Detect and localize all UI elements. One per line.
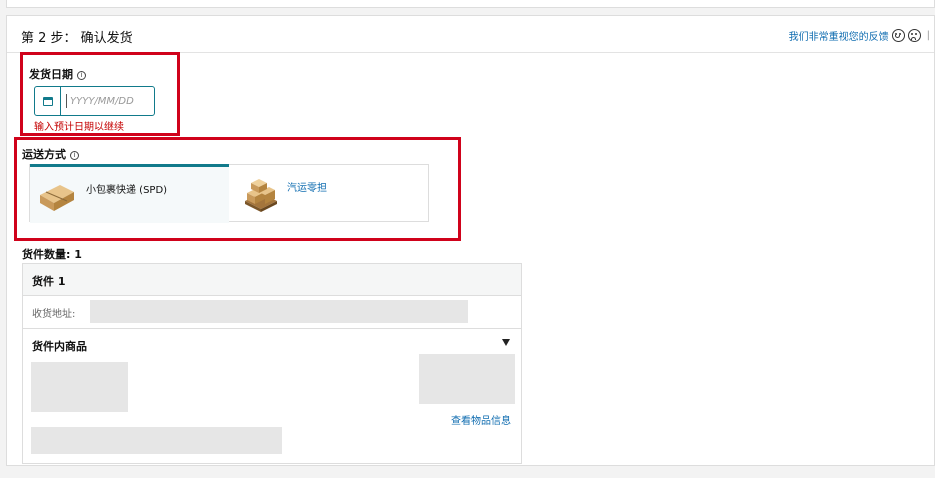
ltl-option-label: 汽运零担 — [287, 183, 327, 194]
ship-date-label: 发货日期 i — [29, 66, 86, 82]
ship-date-error: 输入预计日期以继续 — [34, 122, 124, 133]
item-image-placeholder — [31, 362, 128, 412]
step-title: 第 2 步： 确认发货 — [21, 31, 133, 46]
spd-option-label: 小包裹快递 (SPD) — [86, 185, 168, 196]
item-detail-placeholder — [31, 427, 282, 454]
shipping-option-ltl[interactable]: 汽运零担 — [229, 165, 428, 221]
ship-date-input[interactable]: YYYY/MM/DD — [34, 86, 155, 116]
feedback-separator: | — [926, 30, 930, 41]
shipping-method-options: 小包裹快递 (SPD) 汽运零担 — [29, 164, 429, 223]
feedback-text[interactable]: 我们非常重视您的反馈 — [789, 28, 889, 43]
pallet-boxes-icon — [245, 179, 277, 212]
parcel-box-icon — [40, 185, 74, 211]
shipping-method-label: 运送方式 i — [22, 146, 79, 162]
happy-face-icon[interactable] — [891, 29, 905, 42]
info-icon[interactable]: i — [70, 150, 79, 160]
view-item-info-link[interactable]: 查看物品信息 — [451, 412, 511, 427]
calendar-button[interactable] — [35, 87, 61, 115]
item-summary-placeholder — [419, 354, 515, 404]
caret-down-icon[interactable] — [502, 339, 510, 346]
items-section-header[interactable]: 货件内商品 — [23, 329, 521, 353]
shipment-card: 货件 1 收货地址: 货件内商品 查看物品信息 — [22, 263, 522, 464]
calendar-icon — [42, 96, 53, 106]
feedback-bar: 我们非常重视您的反馈 | — [789, 28, 930, 43]
shipping-address-row: 收货地址: — [23, 296, 521, 329]
date-placeholder[interactable]: YYYY/MM/DD — [66, 94, 134, 108]
items-label: 货件内商品 — [32, 340, 87, 353]
address-placeholder — [90, 300, 468, 323]
sad-face-icon[interactable] — [907, 29, 921, 42]
shipping-option-spd[interactable]: 小包裹快递 (SPD) — [30, 164, 229, 223]
address-label: 收货地址: — [32, 309, 76, 320]
shipment-count: 货件数量: 1 — [22, 248, 82, 261]
info-icon[interactable]: i — [77, 70, 86, 80]
top-strip — [6, 0, 935, 8]
shipment-title: 货件 1 — [23, 264, 521, 296]
